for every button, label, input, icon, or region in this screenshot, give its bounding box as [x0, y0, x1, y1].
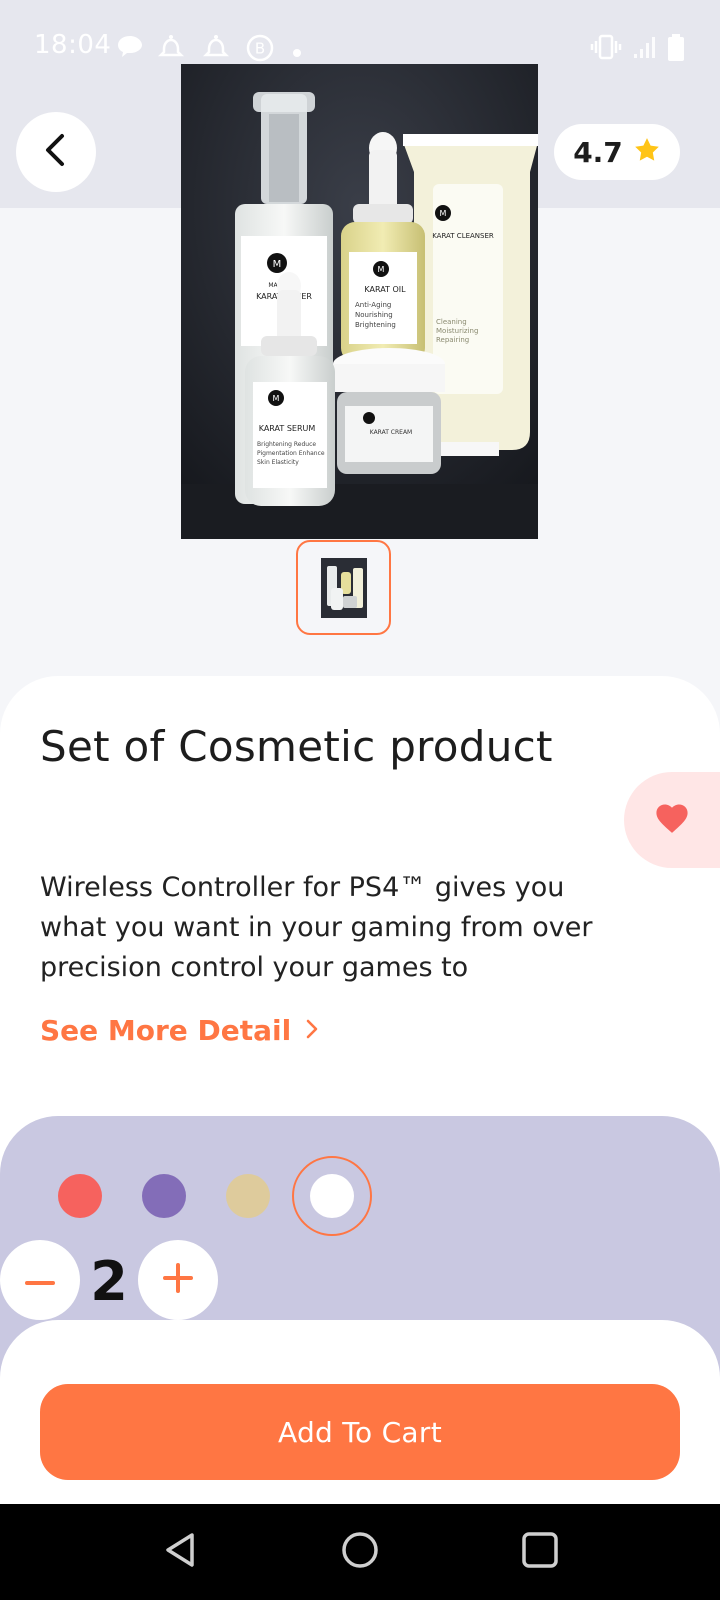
- quantity-increase-button[interactable]: [138, 1240, 218, 1320]
- product-image: M MARASA KARAT TONER M KARAT CLEANSER Cl…: [181, 64, 538, 539]
- quantity-decrease-button[interactable]: [0, 1240, 80, 1320]
- photo-cleanser-sub: Cleaning Moisturizing Repairing: [436, 318, 479, 344]
- svg-text:B: B: [255, 40, 265, 58]
- status-time: 18:04: [34, 30, 112, 60]
- chevron-right-icon: [305, 1014, 319, 1047]
- vibrate-icon: [590, 34, 622, 64]
- favorite-button[interactable]: [624, 772, 720, 868]
- thumbnail-image: [320, 557, 367, 618]
- notification-icon: [202, 34, 230, 64]
- home-circle-icon: [340, 1530, 380, 1574]
- signal-icon: [632, 34, 658, 64]
- recents-square-icon: [520, 1530, 560, 1574]
- see-more-label: See More Detail: [40, 1014, 292, 1047]
- chevron-left-icon: [42, 132, 70, 172]
- svg-text:M: M: [440, 209, 447, 218]
- back-triangle-icon: [160, 1530, 200, 1574]
- color-swatch-white: [310, 1174, 354, 1218]
- product-title: Set of Cosmetic product: [40, 722, 553, 771]
- system-navigation-bar: [0, 1504, 720, 1600]
- photo-oil-label: KARAT OIL: [364, 285, 406, 294]
- rating-value: 4.7: [573, 135, 623, 169]
- rating-badge: 4.7: [554, 124, 680, 180]
- color-swatch-white-selected[interactable]: [292, 1156, 372, 1236]
- photo-cream-label: KARAT CREAM: [370, 429, 413, 436]
- nav-home-button[interactable]: [332, 1524, 388, 1580]
- svg-text:M: M: [273, 394, 280, 403]
- chat-bubble-icon: [116, 34, 144, 64]
- star-icon: [633, 136, 661, 168]
- svg-text:M: M: [378, 265, 385, 274]
- photo-serum-sub: Brightening Reduce Pigmentation Enhance …: [257, 441, 325, 466]
- color-swatch-beige[interactable]: [226, 1174, 270, 1218]
- dot-icon: [292, 43, 302, 62]
- heart-icon: [655, 803, 689, 837]
- color-swatch-purple[interactable]: [142, 1174, 186, 1218]
- b-badge-icon: B: [246, 34, 274, 66]
- plus-icon: [163, 1263, 193, 1297]
- notification-icon: [157, 34, 185, 64]
- see-more-detail-link[interactable]: See More Detail: [40, 1014, 319, 1047]
- product-description: Wireless Controller for PS4™ gives you w…: [40, 872, 593, 983]
- color-swatch-red[interactable]: [58, 1174, 102, 1218]
- add-to-cart-button[interactable]: Add To Cart: [40, 1384, 680, 1480]
- nav-back-button[interactable]: [152, 1524, 208, 1580]
- svg-text:M: M: [273, 259, 282, 270]
- battery-icon: [666, 34, 686, 66]
- minus-icon: [25, 1271, 55, 1290]
- back-button[interactable]: [16, 112, 96, 192]
- photo-serum-label: KARAT SERUM: [259, 424, 316, 433]
- product-thumbnail[interactable]: [296, 540, 391, 635]
- photo-oil-sub: Anti-Aging Nourishing Brightening: [355, 301, 396, 329]
- photo-cleanser-label: KARAT CLEANSER: [432, 232, 494, 240]
- nav-recents-button[interactable]: [512, 1524, 568, 1580]
- quantity-value: 2: [90, 1250, 128, 1313]
